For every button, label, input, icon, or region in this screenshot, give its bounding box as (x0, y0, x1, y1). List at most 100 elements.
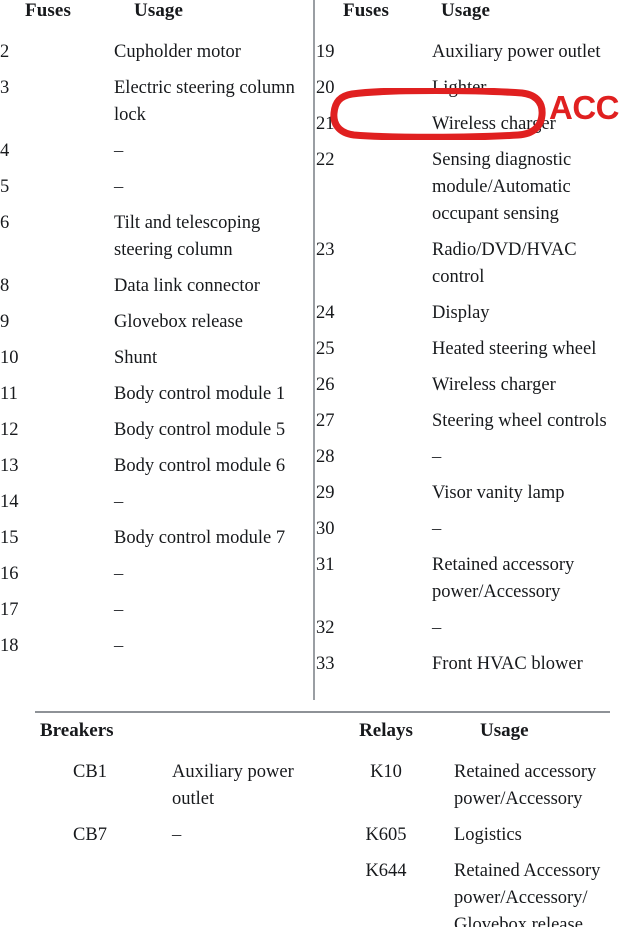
relay-id: K605 (365, 825, 407, 845)
fuse-row: 25 Heated steering wheel (316, 336, 640, 372)
fuse-row: 30 – (316, 516, 640, 552)
relay-usage: Retained accessory power/Accessory (454, 762, 597, 809)
fuse-id: 21 (316, 114, 335, 134)
fuse-row: 27 Steering wheel controls (316, 408, 640, 444)
fuse-usage: – (114, 564, 124, 584)
fuse-row: 5– (0, 174, 313, 210)
fuse-usage: Body control module 1 (114, 384, 286, 404)
fuse-row: 11 Body control module 1 (0, 381, 313, 417)
fuse-rows-left: 2 Cupholder motor 3 Electric steering colum… (0, 39, 313, 669)
breakers-table: Breakers CB1 Auxiliary power outlet CB7 – (18, 720, 318, 858)
relay-id: K644 (365, 861, 407, 881)
fuse-id: 18 (0, 636, 19, 656)
relay-row: K605 Logistics (332, 822, 632, 858)
breakers-table-grid: Breakers CB1 Auxiliary power outlet CB7 – (18, 720, 318, 858)
fuse-usage: Radio/DVD/HVAC control (432, 240, 577, 287)
fuse-id: 22 (316, 150, 335, 170)
fuse-row: 6 Tilt and telescoping steering column (0, 210, 313, 273)
section-divider (35, 711, 610, 713)
fuse-id: 4 (0, 141, 10, 161)
fuse-id: 28 (316, 447, 335, 467)
fuse-id: 11 (0, 384, 18, 404)
fuse-usage: Tilt and telescoping steering column (114, 213, 261, 260)
fuse-id: 5 (0, 177, 10, 197)
breakers-relays-section: Breakers CB1 Auxiliary power outlet CB7 – R… (0, 720, 640, 927)
fuse-row: 13 Body control module 6 (0, 453, 313, 489)
fuse-row: 10 Shunt (0, 345, 313, 381)
fuse-usage: Retained accessory power/Accessory (432, 555, 575, 602)
fuse-row: 16 – (0, 561, 313, 597)
fuse-row: 9 Glovebox release (0, 309, 313, 345)
fuse-row: 8 Data link connector (0, 273, 313, 309)
breaker-id: CB7 (73, 825, 107, 845)
fuse-row: 2 Cupholder motor (0, 39, 313, 75)
breaker-usage: – (172, 825, 182, 845)
fuse-usage: Body control module 7 (114, 528, 286, 548)
fuse-row: 26 Wireless charger (316, 372, 640, 408)
fuse-usage: Body control module 6 (114, 456, 286, 476)
fuse-id: 26 (316, 375, 335, 395)
fuse-id: 27 (316, 411, 335, 431)
fuse-usage: Shunt (114, 348, 158, 368)
fuse-usage: Cupholder motor (114, 42, 241, 62)
fuse-id: 13 (0, 456, 19, 476)
fuse-usage: Steering wheel controls (432, 411, 607, 431)
fuse-usage: – (114, 177, 124, 197)
relay-id: K10 (370, 762, 402, 782)
table-header-row: Breakers (18, 720, 318, 759)
fuse-id: 10 (0, 348, 19, 368)
fuse-id: 15 (0, 528, 19, 548)
fuse-row: 19 Auxiliary power outlet (316, 39, 640, 75)
column-header-fuses: Fuses (343, 0, 389, 21)
fuse-id: 14 (0, 492, 19, 512)
fuse-row: 18 – (0, 633, 313, 669)
fuse-usage: – (432, 519, 442, 539)
fuse-usage: Body control module 5 (114, 420, 286, 440)
breaker-id: CB1 (73, 762, 107, 782)
fuse-id: 23 (316, 240, 335, 260)
annotation-label-acc: ACC (549, 89, 620, 126)
relay-row: K644 Retained Accessory power/Accessory/ … (332, 858, 632, 927)
fuse-usage: – (432, 447, 442, 467)
column-header-usage: Usage (441, 0, 491, 21)
fuse-row: 17 – (0, 597, 313, 633)
column-header-breakers: Breakers (40, 720, 114, 741)
fuse-id: 32 (316, 618, 335, 638)
fuse-id: 17 (0, 600, 19, 620)
fuse-row: 33 Front HVAC blower (316, 651, 640, 687)
fuse-id: 25 (316, 339, 335, 359)
fuse-id: 30 (316, 519, 335, 539)
fuse-usage: Electric steering column lock (114, 78, 295, 125)
breaker-rows: CB1 Auxiliary power outlet CB7 – (18, 759, 318, 858)
fuse-row: 29 Visor vanity lamp (316, 480, 640, 516)
table-header-row: Relays Usage (332, 720, 632, 759)
fuse-table-left: Fuses Usage 2 Cupholder motor 3 Electric st… (0, 0, 313, 669)
fuse-row: 32 – (316, 615, 640, 651)
fuse-usage: Wireless charger (432, 375, 556, 395)
fuse-id: 31 (316, 555, 335, 575)
fuse-row: 12 Body control module 5 (0, 417, 313, 453)
fuse-row: 14 – (0, 489, 313, 525)
fuse-row: 3 Electric steering column lock (0, 75, 313, 138)
fuse-row: 22 Sensing diagnostic module/Automatic oc… (316, 147, 640, 237)
fuse-usage: Auxiliary power outlet (432, 42, 601, 62)
column-header-usage: Usage (480, 720, 529, 741)
fuse-usage: – (432, 618, 442, 638)
fuse-tables-section: Fuses Usage 2 Cupholder motor 3 Electric st… (0, 0, 640, 700)
fuse-row: 23 Radio/DVD/HVAC control (316, 237, 640, 300)
relay-usage: Logistics (454, 825, 522, 845)
fuse-row: 15 Body control module 7 (0, 525, 313, 561)
fuse-id: 2 (0, 42, 10, 62)
fuse-id: 12 (0, 420, 19, 440)
fuse-row: 24 Display (316, 300, 640, 336)
breaker-row: CB1 Auxiliary power outlet (18, 759, 318, 822)
relays-table-grid: Relays Usage K10 Retained accessory power… (332, 720, 632, 927)
column-header-fuses: Fuses (25, 0, 71, 21)
fuse-id: 19 (316, 42, 335, 62)
relay-rows: K10 Retained accessory power/Accessory K60… (332, 759, 632, 927)
fuse-usage: Glovebox release (114, 312, 243, 332)
fuse-usage: Front HVAC blower (432, 654, 583, 674)
fuse-row: 31 Retained accessory power/Accessory (316, 552, 640, 615)
fuse-usage: Visor vanity lamp (432, 483, 565, 503)
fuse-usage: – (114, 141, 124, 161)
